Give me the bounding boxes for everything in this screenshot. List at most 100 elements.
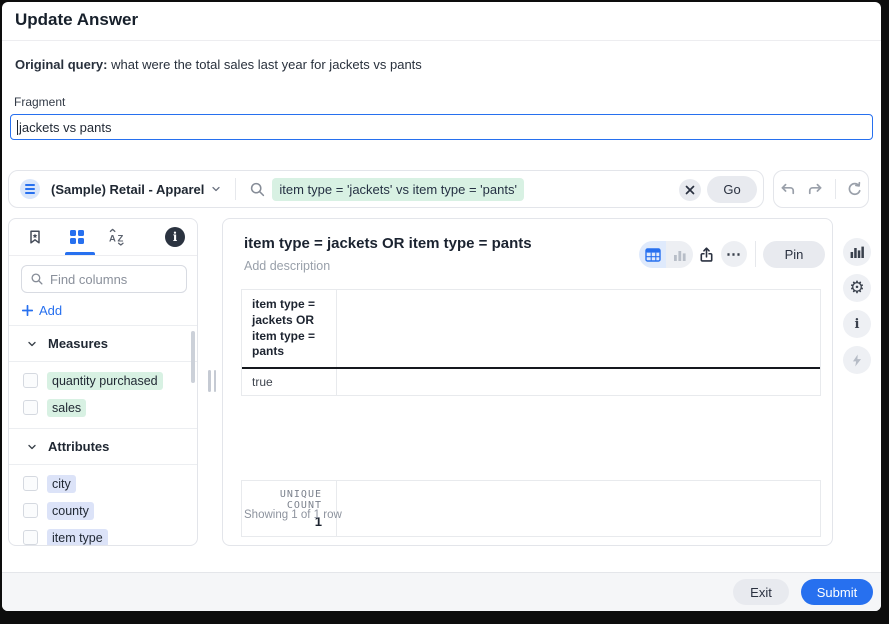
redo-button[interactable] (805, 178, 827, 200)
settings-button[interactable]: ⚙ (843, 274, 871, 302)
answer-panel: item type = jackets OR item type = pants… (222, 218, 833, 546)
chart-view-button[interactable] (666, 241, 693, 268)
chevron-down-icon (26, 441, 38, 453)
column-chip[interactable]: quantity purchased (47, 372, 163, 390)
table-row[interactable]: true (242, 369, 820, 395)
tab-bookmarks[interactable] (22, 224, 48, 250)
datasource-name: (Sample) Retail - Apparel (51, 182, 204, 197)
header-empty-area (337, 290, 820, 367)
insights-button[interactable] (843, 346, 871, 374)
list-item[interactable]: quantity purchased (9, 367, 197, 394)
dialog-header: Update Answer (2, 2, 881, 41)
plus-icon (22, 305, 33, 316)
section-attributes[interactable]: Attributes (9, 428, 197, 465)
redo-icon (807, 181, 824, 198)
more-menu-button[interactable]: ⋯ (721, 241, 747, 267)
search-query-chip[interactable]: item type = 'jackets' vs item type = 'pa… (272, 178, 524, 201)
close-icon (685, 185, 695, 195)
reset-icon (846, 181, 863, 198)
columns-sidebar: A Z i Add Measures qua (8, 218, 198, 546)
add-description[interactable]: Add description (244, 259, 330, 273)
divider (755, 241, 756, 267)
lightning-icon (850, 353, 864, 368)
info-icon: i (855, 317, 860, 332)
share-icon (698, 246, 715, 263)
table-main: item type = jackets OR item type = pants… (241, 289, 821, 396)
history-controls (773, 170, 869, 208)
pin-button[interactable]: Pin (763, 241, 825, 268)
go-button[interactable]: Go (707, 176, 757, 203)
column-chip[interactable]: county (47, 502, 94, 520)
section-label: Measures (48, 336, 108, 351)
details-button[interactable]: i (843, 310, 871, 338)
column-chip[interactable]: city (47, 475, 76, 493)
page-title: Update Answer (15, 10, 138, 30)
update-answer-dialog: Update Answer Original query: what were … (2, 2, 881, 611)
sort-az-icon: A Z (107, 228, 127, 246)
chevron-down-icon (26, 338, 38, 350)
list-item[interactable]: item type (9, 524, 197, 546)
checkbox[interactable] (23, 400, 38, 415)
checkbox[interactable] (23, 503, 38, 518)
list-item[interactable]: county (9, 497, 197, 524)
datasource-selector[interactable]: (Sample) Retail - Apparel (51, 182, 222, 197)
original-query-label: Original query: (15, 57, 107, 72)
text-caret (17, 120, 18, 135)
bookmark-icon (27, 229, 43, 245)
sidebar-scrollbar[interactable] (191, 331, 195, 383)
chevron-down-icon (210, 183, 222, 195)
table-view-button[interactable] (639, 241, 666, 268)
change-visualization-button[interactable] (843, 238, 871, 266)
summary-empty-area (337, 481, 820, 536)
fragment-input[interactable]: jackets vs pants (10, 114, 873, 140)
svg-text:A: A (109, 234, 116, 245)
list-item[interactable]: city (9, 470, 197, 497)
search-icon (30, 272, 44, 286)
submit-button[interactable]: Submit (801, 579, 873, 605)
exit-button[interactable]: Exit (733, 579, 789, 605)
result-table: item type = jackets OR item type = pants… (241, 289, 821, 537)
add-label: Add (39, 303, 62, 318)
columns-list: Measures quantity purchased sales Attrib… (9, 325, 197, 546)
answer-toolbar: ⚙ i (843, 238, 871, 374)
reset-button[interactable] (844, 178, 866, 200)
divider (835, 179, 836, 199)
row-count-status: Showing 1 of 1 row (244, 509, 342, 521)
column-chip[interactable]: sales (47, 399, 86, 417)
grid-icon (70, 230, 84, 244)
checkbox[interactable] (23, 373, 38, 388)
measures-items: quantity purchased sales (9, 362, 197, 428)
add-column-button[interactable]: Add (22, 303, 62, 318)
checkbox[interactable] (23, 530, 38, 545)
dialog-footer: Exit Submit (2, 572, 881, 611)
undo-button[interactable] (777, 178, 799, 200)
fragment-label: Fragment (14, 95, 65, 109)
panel-resize-handle[interactable] (208, 370, 216, 392)
divider (235, 178, 236, 200)
gear-icon: ⚙ (849, 280, 864, 297)
find-columns-box (21, 265, 187, 293)
info-icon[interactable]: i (165, 227, 185, 247)
clear-search-button[interactable] (679, 179, 701, 201)
table-cell[interactable]: true (242, 369, 337, 395)
search-bar: (Sample) Retail - Apparel item type = 'j… (8, 170, 764, 208)
find-columns-input[interactable] (50, 272, 160, 287)
section-measures[interactable]: Measures (9, 325, 197, 362)
row-empty-area (337, 369, 820, 395)
tab-columns[interactable] (64, 224, 90, 250)
chart-icon (849, 244, 865, 260)
original-query: Original query: what were the total sale… (15, 57, 422, 72)
column-chip[interactable]: item type (47, 529, 108, 547)
active-tab-underline (65, 252, 95, 255)
view-toggle (639, 241, 693, 268)
attributes-items: city county item type (9, 465, 197, 546)
checkbox[interactable] (23, 476, 38, 491)
answer-title: item type = jackets OR item type = pants (244, 235, 532, 252)
tab-sort-az[interactable]: A Z (104, 224, 130, 250)
datasource-icon[interactable] (20, 179, 40, 199)
list-item[interactable]: sales (9, 394, 197, 421)
column-header[interactable]: item type = jackets OR item type = pants (242, 290, 337, 367)
share-button[interactable] (693, 241, 719, 267)
table-body-empty (241, 396, 821, 480)
sidebar-tabs: A Z i (9, 219, 197, 256)
